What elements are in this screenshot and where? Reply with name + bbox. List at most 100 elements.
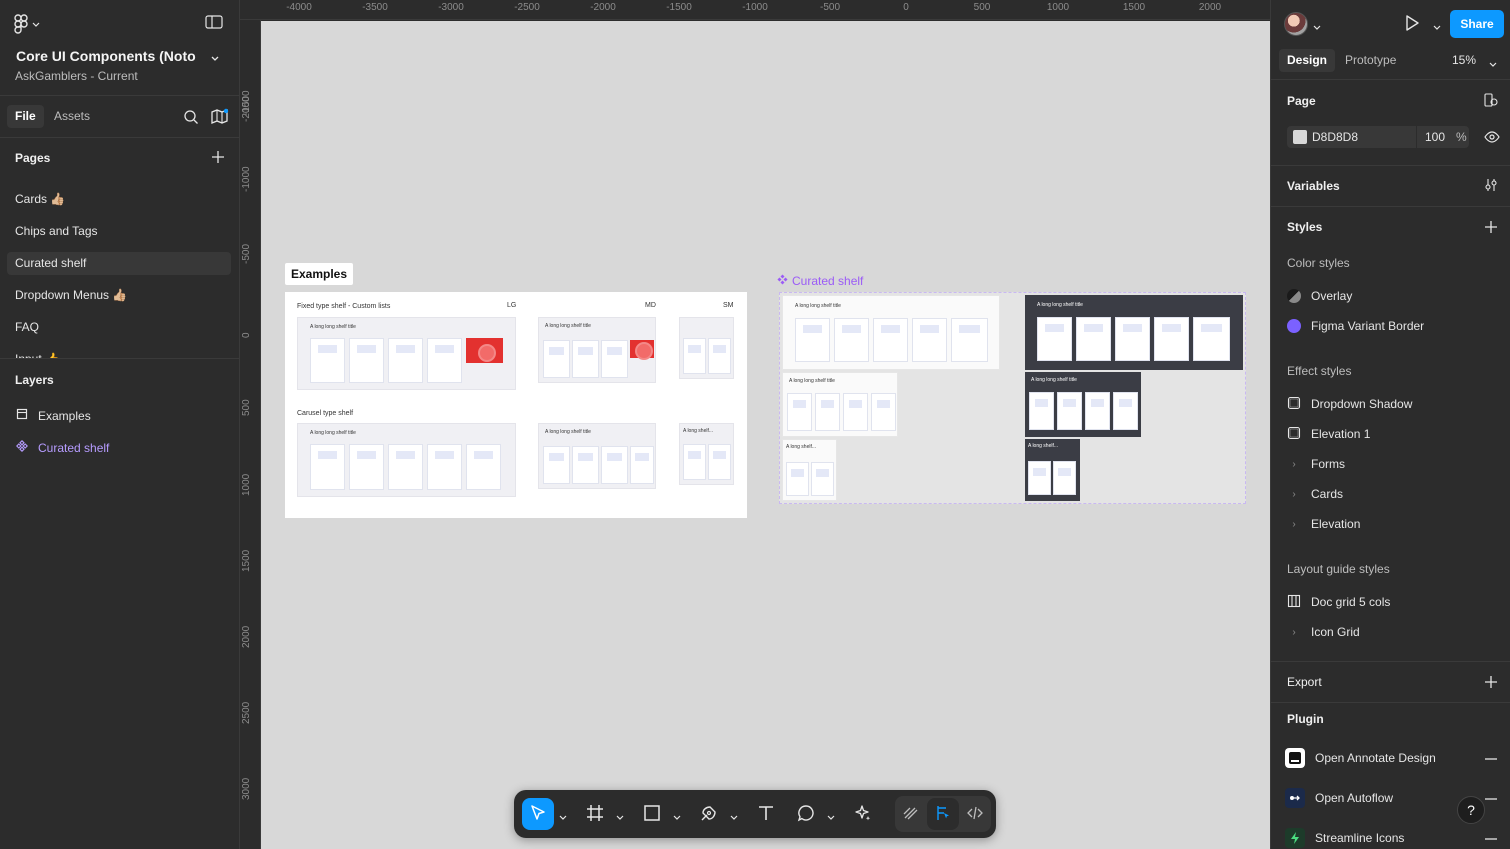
tab-prototype[interactable]: Prototype: [1337, 49, 1404, 72]
move-tool-button[interactable]: [522, 798, 554, 830]
remove-plugin-icon[interactable]: [1484, 752, 1498, 769]
style-item-overlay[interactable]: Overlay: [1287, 287, 1352, 305]
page-settings-icon[interactable]: [1484, 93, 1498, 110]
chevron-down-icon[interactable]: [559, 810, 567, 820]
frame-tool-button[interactable]: [579, 798, 611, 830]
chevron-down-icon[interactable]: [1313, 20, 1321, 34]
style-group-elevation[interactable]: › Elevation: [1287, 515, 1360, 533]
tab-file[interactable]: File: [7, 105, 44, 128]
actions-button[interactable]: [847, 798, 879, 830]
file-title[interactable]: Core UI Components (Noto...: [16, 48, 196, 64]
chevron-down-icon[interactable]: [673, 810, 681, 820]
page-item-input[interactable]: Input 👍: [7, 348, 231, 358]
chevron-right-icon: ›: [1292, 626, 1296, 638]
page-item-faq[interactable]: FAQ: [7, 316, 231, 339]
library-icon[interactable]: [210, 108, 230, 129]
design-mode-button[interactable]: [927, 798, 959, 830]
shape-tool-button[interactable]: [636, 798, 668, 830]
chevron-down-icon[interactable]: [1489, 57, 1497, 71]
ruler-tick-label: 1000: [1046, 2, 1070, 13]
variant-dark-lg: A long long shelf title: [1025, 295, 1243, 370]
text-tool-button[interactable]: [750, 798, 782, 830]
avatar[interactable]: [1284, 12, 1308, 36]
style-item-elevation-1[interactable]: Elevation 1: [1287, 425, 1370, 443]
main-menu-button[interactable]: [14, 14, 44, 34]
component-label-curated-shelf[interactable]: Curated shelf: [777, 274, 863, 288]
style-item-doc-grid[interactable]: Doc grid 5 cols: [1287, 593, 1390, 611]
card-preview: [815, 393, 840, 431]
ruler-tick-label: -1000: [241, 166, 252, 192]
frame-label-examples[interactable]: Examples: [285, 263, 354, 285]
style-item-figma-variant-border[interactable]: Figma Variant Border: [1287, 317, 1424, 335]
variant-dark-md: A long long shelf title: [1025, 372, 1141, 437]
dev-mode-button[interactable]: [959, 798, 991, 830]
frame-examples[interactable]: Fixed type shelf - Custom lists LG MD SM…: [285, 292, 747, 518]
page-item-dropdown-menus[interactable]: Dropdown Menus 👍🏼: [7, 284, 231, 307]
plugin-item-annotate[interactable]: Open Annotate Design: [1285, 748, 1436, 768]
remove-plugin-icon[interactable]: [1484, 792, 1498, 809]
card-preview: [1115, 317, 1150, 361]
chevron-down-icon[interactable]: [1433, 20, 1441, 34]
chevron-down-icon[interactable]: [827, 810, 835, 820]
export-heading[interactable]: Export: [1287, 675, 1322, 689]
project-name[interactable]: AskGamblers - Current: [15, 69, 138, 83]
card-preview: [811, 462, 834, 496]
component-set-curated-shelf[interactable]: A long long shelf title A long long shel…: [779, 292, 1246, 504]
style-label: Overlay: [1311, 289, 1353, 303]
layer-item-curated-shelf[interactable]: Curated shelf: [16, 438, 109, 458]
ruler-tick-label: -4000: [286, 2, 312, 13]
shelf-title: A long long shelf title: [789, 378, 835, 384]
sidebar-toggle-icon[interactable]: [205, 15, 223, 33]
plugin-item-streamline[interactable]: Streamline Icons: [1285, 828, 1404, 848]
streamline-plugin-icon: [1285, 828, 1305, 848]
card-preview: [572, 340, 599, 378]
carousel-preview-lg: A long long shelf title: [297, 423, 516, 497]
style-item-dropdown-shadow[interactable]: Dropdown Shadow: [1287, 395, 1412, 413]
variables-icon[interactable]: [1484, 178, 1498, 195]
chevron-down-icon[interactable]: [210, 52, 220, 62]
right-panel: Share Design Prototype 15% Page D8D8D8 1…: [1270, 0, 1510, 849]
tab-assets[interactable]: Assets: [46, 105, 98, 128]
left-panel: Core UI Components (Noto... AskGamblers …: [0, 0, 240, 849]
promo-image: [466, 338, 503, 363]
add-page-icon[interactable]: [211, 150, 225, 167]
tab-design[interactable]: Design: [1279, 49, 1336, 72]
style-group-forms[interactable]: › Forms: [1287, 455, 1345, 473]
text-icon: [757, 804, 775, 825]
card-preview: [388, 338, 423, 383]
zoom-level[interactable]: 15%: [1452, 53, 1476, 67]
design-canvas[interactable]: Examples Fixed type shelf - Custom lists…: [261, 21, 1270, 849]
right-tabs: Design Prototype 15%: [1271, 44, 1510, 80]
shelf-preview-sm: [679, 317, 734, 379]
search-icon[interactable]: [183, 109, 199, 128]
chevron-down-icon[interactable]: [616, 810, 624, 820]
card-preview: [630, 446, 654, 484]
share-button[interactable]: Share: [1450, 10, 1504, 38]
page-opacity-value[interactable]: 100: [1425, 130, 1445, 144]
component-icon: [16, 438, 28, 458]
add-export-icon[interactable]: [1484, 675, 1498, 692]
eye-icon[interactable]: [1484, 130, 1500, 147]
help-button[interactable]: ?: [1457, 796, 1485, 824]
page-item-curated-shelf[interactable]: Curated shelf: [7, 252, 231, 275]
page-item-cards[interactable]: Cards 👍🏼: [7, 188, 231, 211]
pen-tool-button[interactable]: [693, 798, 725, 830]
style-group-cards[interactable]: › Cards: [1287, 485, 1343, 503]
draw-mode-button[interactable]: [895, 798, 927, 830]
card-preview: [787, 393, 812, 431]
chevron-down-icon[interactable]: [730, 810, 738, 820]
style-group-icon-grid[interactable]: › Icon Grid: [1287, 623, 1359, 641]
remove-plugin-icon[interactable]: [1484, 832, 1498, 849]
page-item-chips-and-tags[interactable]: Chips and Tags: [7, 220, 231, 243]
layer-item-examples[interactable]: Examples: [16, 406, 91, 426]
variables-heading[interactable]: Variables: [1287, 179, 1340, 193]
present-button[interactable]: [1404, 14, 1420, 35]
plugin-item-autoflow[interactable]: Open Autoflow: [1285, 788, 1393, 808]
add-style-icon[interactable]: [1484, 220, 1498, 237]
comment-tool-button[interactable]: [790, 798, 822, 830]
variant-dark-sm: A long shelf...: [1025, 439, 1080, 501]
styles-heading: Styles: [1287, 220, 1323, 234]
code-icon: [966, 804, 984, 825]
page-color-value[interactable]: D8D8D8: [1312, 130, 1358, 144]
page-color-swatch[interactable]: [1293, 130, 1307, 144]
